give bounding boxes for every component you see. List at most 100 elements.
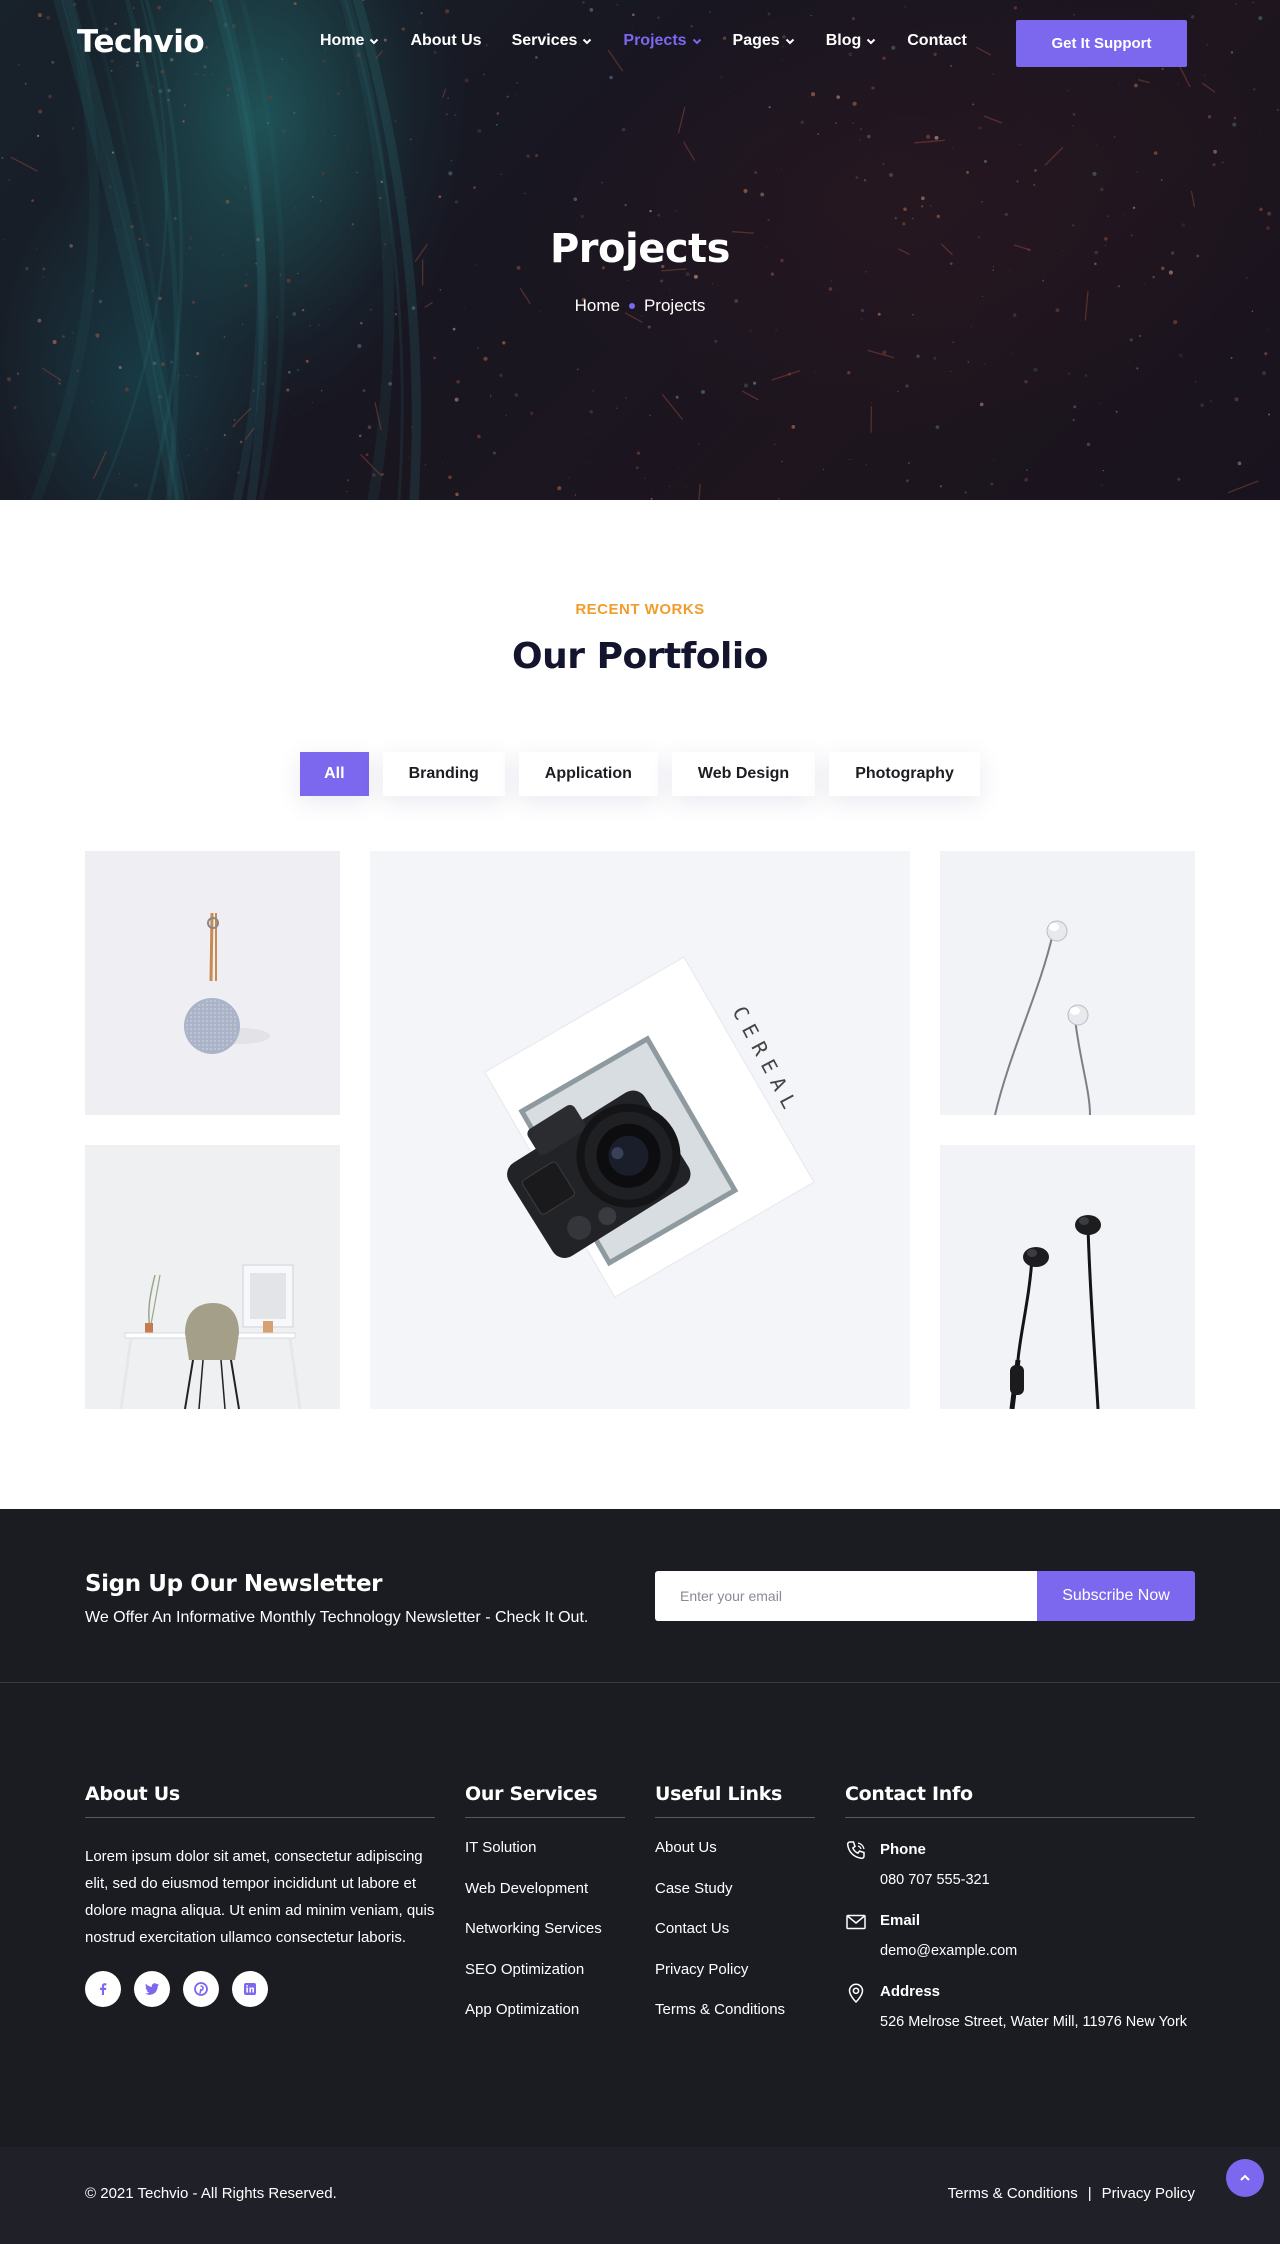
footer-about-text: Lorem ipsum dolor sit amet, consectetur … <box>85 1843 435 1951</box>
chevron-down-icon <box>691 35 703 47</box>
nav-item-label: Services <box>512 32 578 50</box>
contact-value: 526 Melrose Street, Water Mill, 11976 Ne… <box>880 2012 1195 2032</box>
newsletter-title: Sign Up Our Newsletter <box>85 1571 382 1597</box>
footer-link[interactable]: Terms & Conditions <box>655 2000 815 2041</box>
nav-item-home[interactable]: Home <box>320 32 380 50</box>
nav-item-label: Blog <box>826 32 862 50</box>
filter-web-design[interactable]: Web Design <box>672 752 815 796</box>
footer-link[interactable]: Networking Services <box>465 1919 625 1960</box>
nav-item-label: Projects <box>623 32 686 50</box>
breadcrumb: Home Projects <box>0 296 1280 316</box>
contact-label: Address <box>880 1982 1195 2002</box>
contact-label: Phone <box>880 1840 1195 1860</box>
facebook-link[interactable] <box>85 1971 121 2007</box>
get-support-button[interactable]: Get It Support <box>1016 20 1187 67</box>
newsletter-email-input[interactable] <box>655 1571 1037 1621</box>
footer-contact-title: Contact Info <box>845 1783 1195 1818</box>
chevron-down-icon <box>865 35 877 47</box>
copyright-text: © 2021 Techvio - All Rights Reserved. <box>85 2185 337 2202</box>
newsletter-subtitle: We Offer An Informative Monthly Technolo… <box>85 1609 588 1627</box>
footer-services-links: IT Solution Web Development Networking S… <box>465 1838 625 2041</box>
site-logo[interactable]: Techvio <box>77 24 204 60</box>
nav-item-label: Contact <box>907 32 967 50</box>
subscribe-button[interactable]: Subscribe Now <box>1037 1571 1195 1621</box>
nav-item-blog[interactable]: Blog <box>826 32 878 50</box>
linkedin-icon <box>243 1982 257 1996</box>
pinterest-link[interactable] <box>183 1971 219 2007</box>
portfolio-item-speaker[interactable] <box>85 851 340 1115</box>
earphones-white-image <box>940 851 1195 1115</box>
phone-icon <box>845 1840 867 1862</box>
terms-link[interactable]: Terms & Conditions <box>948 2185 1078 2202</box>
footer-useful-links: About Us Case Study Contact Us Privacy P… <box>655 1838 815 2041</box>
nav-item-contact[interactable]: Contact <box>907 32 967 50</box>
chevron-up-icon <box>1238 2171 1252 2185</box>
footer-link[interactable]: App Optimization <box>465 2000 625 2041</box>
filter-photography[interactable]: Photography <box>829 752 980 796</box>
main-nav: Home About Us Services Projects Pages Bl… <box>320 32 997 50</box>
footer-link[interactable]: SEO Optimization <box>465 1960 625 2001</box>
filter-application[interactable]: Application <box>519 752 658 796</box>
portfolio-item-camera[interactable]: CEREAL <box>370 851 910 1409</box>
portfolio-section: RECENT WORKS Our Portfolio All Branding … <box>0 500 1280 1509</box>
nav-item-label: Pages <box>733 32 780 50</box>
portfolio-filters: All Branding Application Web Design Phot… <box>0 752 1280 796</box>
pinterest-icon <box>194 1982 208 1996</box>
footer-link[interactable]: About Us <box>655 1838 815 1879</box>
facebook-icon <box>96 1982 110 1996</box>
page-hero: Techvio Home About Us Services Projects … <box>0 0 1280 500</box>
filter-branding[interactable]: Branding <box>383 752 505 796</box>
chevron-down-icon <box>581 35 593 47</box>
footer-link[interactable]: Contact Us <box>655 1919 815 1960</box>
privacy-link[interactable]: Privacy Policy <box>1102 2185 1195 2202</box>
linkedin-link[interactable] <box>232 1971 268 2007</box>
filter-all[interactable]: All <box>300 752 368 796</box>
contact-value[interactable]: 080 707 555-321 <box>880 1870 1195 1890</box>
twitter-link[interactable] <box>134 1971 170 2007</box>
bottom-links: Terms & Conditions | Privacy Policy <box>948 2185 1195 2202</box>
footer-contact-column: Contact Info Phone 080 707 555-321 Email… <box>845 1783 1195 2053</box>
footer-link[interactable]: Web Development <box>465 1879 625 1920</box>
link-separator: | <box>1088 2185 1092 2202</box>
footer-useful-title: Useful Links <box>655 1783 815 1818</box>
copyright-label: 2021 Techvio - All Rights Reserved. <box>100 2185 337 2202</box>
nav-item-projects[interactable]: Projects <box>623 32 702 50</box>
map-pin-icon <box>845 1982 867 2004</box>
nav-item-label: Home <box>320 32 364 50</box>
contact-info-list: Phone 080 707 555-321 Email demo@example… <box>845 1840 1195 2053</box>
desk-chair-image <box>85 1145 340 1409</box>
nav-item-about[interactable]: About Us <box>410 32 481 50</box>
portfolio-item-desk[interactable] <box>85 1145 340 1409</box>
contact-phone: Phone 080 707 555-321 <box>845 1840 1195 1911</box>
chevron-down-icon <box>368 35 380 47</box>
breadcrumb-separator <box>629 303 635 309</box>
envelope-icon <box>845 1911 867 1933</box>
copyright-bar: © 2021 Techvio - All Rights Reserved. Te… <box>0 2147 1280 2244</box>
newsletter-section: Sign Up Our Newsletter We Offer An Infor… <box>0 1509 1280 1683</box>
page-title: Projects <box>0 226 1280 272</box>
portfolio-item-earphones-black[interactable] <box>940 1145 1195 1409</box>
footer-link[interactable]: Privacy Policy <box>655 1960 815 2001</box>
nav-item-pages[interactable]: Pages <box>733 32 796 50</box>
footer-link[interactable]: IT Solution <box>465 1838 625 1879</box>
earphones-black-image <box>940 1145 1195 1409</box>
nav-item-services[interactable]: Services <box>512 32 594 50</box>
speaker-image <box>85 851 340 1115</box>
breadcrumb-current: Projects <box>644 296 705 315</box>
contact-address: Address 526 Melrose Street, Water Mill, … <box>845 1982 1195 2053</box>
back-to-top-button[interactable] <box>1226 2159 1264 2197</box>
contact-label: Email <box>880 1911 1195 1931</box>
contact-value[interactable]: demo@example.com <box>880 1941 1195 1961</box>
footer: About Us Lorem ipsum dolor sit amet, con… <box>0 1683 1280 2147</box>
footer-useful-column: Useful Links About Us Case Study Contact… <box>655 1783 815 2041</box>
footer-about-column: About Us Lorem ipsum dolor sit amet, con… <box>85 1783 435 2007</box>
footer-services-column: Our Services IT Solution Web Development… <box>465 1783 625 2041</box>
navbar: Techvio Home About Us Services Projects … <box>0 0 1280 88</box>
portfolio-item-earphones-white[interactable] <box>940 851 1195 1115</box>
newsletter-form: Subscribe Now <box>655 1571 1195 1621</box>
footer-link[interactable]: Case Study <box>655 1879 815 1920</box>
breadcrumb-home-link[interactable]: Home <box>575 296 620 315</box>
chevron-down-icon <box>784 35 796 47</box>
footer-about-title: About Us <box>85 1783 435 1818</box>
footer-services-title: Our Services <box>465 1783 625 1818</box>
